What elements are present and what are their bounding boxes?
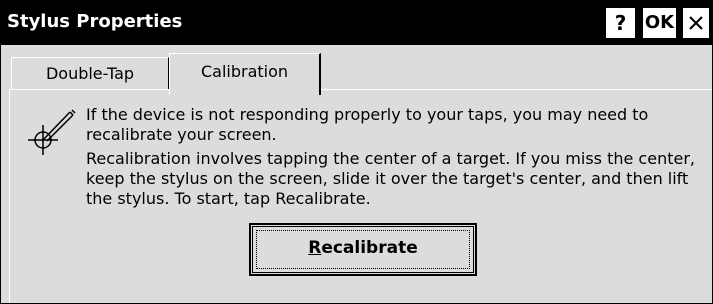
tab-calibration[interactable]: Calibration [169, 53, 321, 95]
recalibrate-label: ecalibrate [321, 238, 418, 258]
calibration-panel: If the device is not responding properly… [9, 89, 712, 303]
stylus-properties-window: Stylus Properties ? OK Double-Tap Calibr… [0, 0, 713, 304]
close-icon [689, 16, 703, 30]
tab-double-tap[interactable]: Double-Tap [11, 57, 169, 90]
ok-button[interactable]: OK [643, 8, 676, 38]
help-button[interactable]: ? [606, 8, 635, 38]
recalibrate-accelerator: R [308, 238, 322, 258]
stylus-crosshair-icon [28, 109, 76, 155]
recalibrate-button[interactable]: Recalibrate [249, 223, 477, 276]
tab-strip: Double-Tap Calibration [1, 45, 712, 95]
title-bar: Stylus Properties ? OK [1, 1, 712, 45]
close-button[interactable] [683, 8, 709, 38]
calibration-message-2: Recalibration involves tapping the cente… [86, 149, 695, 208]
calibration-message-1: If the device is not responding properly… [86, 105, 649, 144]
window-title: Stylus Properties [7, 11, 183, 32]
